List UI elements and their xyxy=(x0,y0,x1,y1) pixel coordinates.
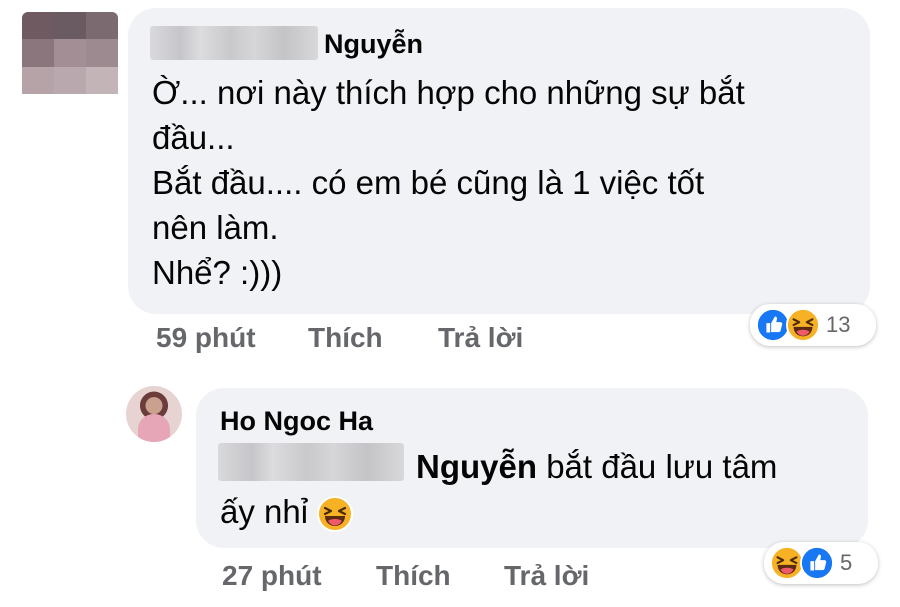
reaction-count: 13 xyxy=(826,312,851,337)
reply-text: Nguyễn bắt đầu lưu tâm ấy nhỉ xyxy=(220,444,850,534)
comment-author-name[interactable]: Nguyễn xyxy=(324,29,423,60)
like-button[interactable]: Thích xyxy=(376,560,451,592)
reaction-summary[interactable]: 5 xyxy=(764,542,878,584)
reply-author-name[interactable]: Ho Ngoc Ha xyxy=(220,406,373,437)
reaction-summary[interactable]: 13 xyxy=(750,304,876,346)
reply-text-part: ấy nhỉ xyxy=(220,493,309,530)
laughing-emoji-icon xyxy=(770,546,804,580)
laughing-emoji-icon xyxy=(317,496,353,532)
mention-link[interactable]: Nguyễn xyxy=(416,448,537,485)
reply-bubble: Ho Ngoc Ha Nguyễn bắt đầu lưu tâm ấy nhỉ xyxy=(196,388,868,548)
laughing-emoji-icon xyxy=(786,308,820,342)
commenter-avatar[interactable] xyxy=(22,12,118,94)
reaction-count: 5 xyxy=(840,550,853,575)
reply-button[interactable]: Trả lời xyxy=(438,322,523,354)
comment-line: Nhể? :))) xyxy=(152,254,283,291)
comment-line: đầu... xyxy=(152,119,235,156)
comment-text: Ờ... nơi này thích hợp cho những sự bắt … xyxy=(152,70,745,295)
reply-button[interactable]: Trả lời xyxy=(504,560,589,592)
reply-text-part: bắt đầu lưu tâm xyxy=(546,448,778,485)
comment-line: Ờ... nơi này thích hợp cho những sự bắt xyxy=(152,74,745,111)
like-icon xyxy=(800,546,834,580)
reply-timestamp[interactable]: 27 phút xyxy=(222,560,322,592)
comment-line: Bắt đầu.... có em bé cũng là 1 việc tốt xyxy=(152,164,705,201)
reply-author-avatar[interactable] xyxy=(126,386,182,442)
comment-bubble: Nguyễn Ờ... nơi này thích hợp cho những … xyxy=(128,8,870,314)
comment-line: nên làm. xyxy=(152,209,279,246)
like-icon xyxy=(756,308,790,342)
redacted-name-blur xyxy=(150,26,318,60)
comment-timestamp[interactable]: 59 phút xyxy=(156,322,256,354)
like-button[interactable]: Thích xyxy=(308,322,383,354)
